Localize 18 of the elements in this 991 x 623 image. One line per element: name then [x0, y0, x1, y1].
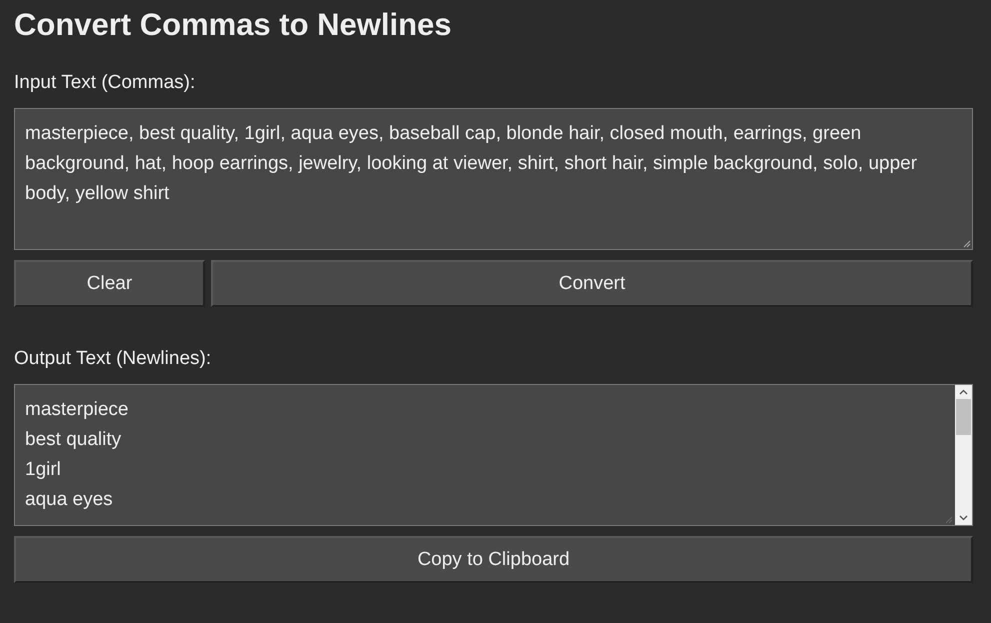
output-line: best quality — [25, 428, 122, 452]
scrollbar-thumb[interactable] — [956, 399, 971, 435]
output-field[interactable]: masterpiece best quality 1girl aqua eyes — [14, 384, 973, 526]
clear-button[interactable]: Clear — [14, 260, 205, 307]
input-field[interactable]: masterpiece, best quality, 1girl, aqua eyes, baseball cap, blonde hair, closed mouth, earrings, green background, hat, hoop earrings, jewelry, looking at viewer, shirt, short hair, simple background, solo, upper body, yellow shirt — [14, 108, 973, 250]
scrollbar[interactable] — [955, 385, 972, 525]
page-title: Convert Commas to Newlines — [14, 6, 452, 44]
scroll-up-icon[interactable] — [959, 389, 968, 395]
output-line: masterpiece — [25, 398, 128, 422]
convert-button[interactable]: Convert — [211, 260, 973, 307]
input-label: Input Text (Commas): — [14, 71, 196, 95]
output-line: 1girl — [25, 458, 61, 482]
resize-grip-icon[interactable] — [963, 240, 971, 248]
output-label: Output Text (Newlines): — [14, 347, 212, 371]
resize-grip-icon[interactable] — [945, 516, 953, 524]
scroll-down-icon[interactable] — [959, 515, 968, 521]
output-line: aqua eyes — [25, 488, 113, 512]
copy-button[interactable]: Copy to Clipboard — [14, 536, 973, 583]
